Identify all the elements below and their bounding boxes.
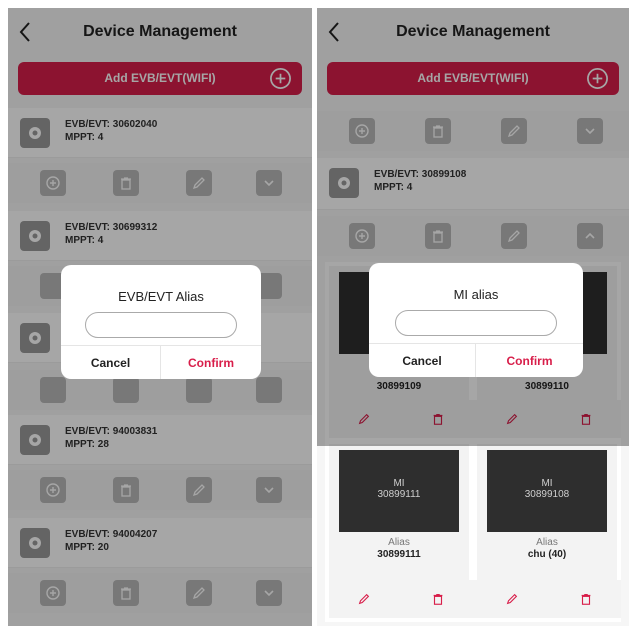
mi-tile: MI 30899111 (339, 450, 459, 532)
confirm-button[interactable]: Confirm (161, 346, 261, 379)
alias-dialog: MI alias Cancel Confirm (369, 263, 583, 377)
confirm-button[interactable]: Confirm (476, 344, 583, 377)
cancel-button[interactable]: Cancel (61, 346, 161, 379)
dialog-footer: Cancel Confirm (369, 343, 583, 377)
mi-tile: MI 30899108 (487, 450, 607, 532)
delete-icon[interactable] (579, 592, 593, 606)
alias-dialog: EVB/EVT Alias Cancel Confirm (61, 265, 261, 379)
mi-label: MI (393, 478, 405, 489)
mi-tools-row (329, 580, 621, 618)
alias-input[interactable] (85, 312, 237, 338)
mi-card[interactable]: MI 30899111 Alias 30899111 (329, 444, 469, 584)
cancel-button[interactable]: Cancel (369, 344, 476, 377)
edit-icon[interactable] (357, 592, 371, 606)
edit-icon[interactable] (505, 592, 519, 606)
dialog-title: MI alias (453, 287, 499, 302)
mi-id: 30899108 (524, 489, 570, 500)
dialog-title: EVB/EVT Alias (118, 289, 204, 304)
mi-id: 30899111 (377, 489, 421, 500)
mi-alias-label: Alias (388, 537, 410, 548)
delete-icon[interactable] (431, 592, 445, 606)
mi-alias-value: 30899111 (377, 549, 421, 560)
left-screen: Device Management Add EVB/EVT(WIFI) EVB/… (8, 8, 312, 626)
mi-alias-label: Alias (536, 537, 558, 548)
right-screen: Device Management Add EVB/EVT(WIFI) EVB/… (317, 8, 629, 626)
mi-card[interactable]: MI 30899108 Alias chu (40) (477, 444, 617, 584)
mi-label: MI (541, 478, 553, 489)
mi-alias-value: chu (40) (527, 549, 567, 560)
alias-input[interactable] (395, 310, 557, 336)
modal-overlay[interactable] (317, 8, 629, 446)
dialog-footer: Cancel Confirm (61, 345, 261, 379)
